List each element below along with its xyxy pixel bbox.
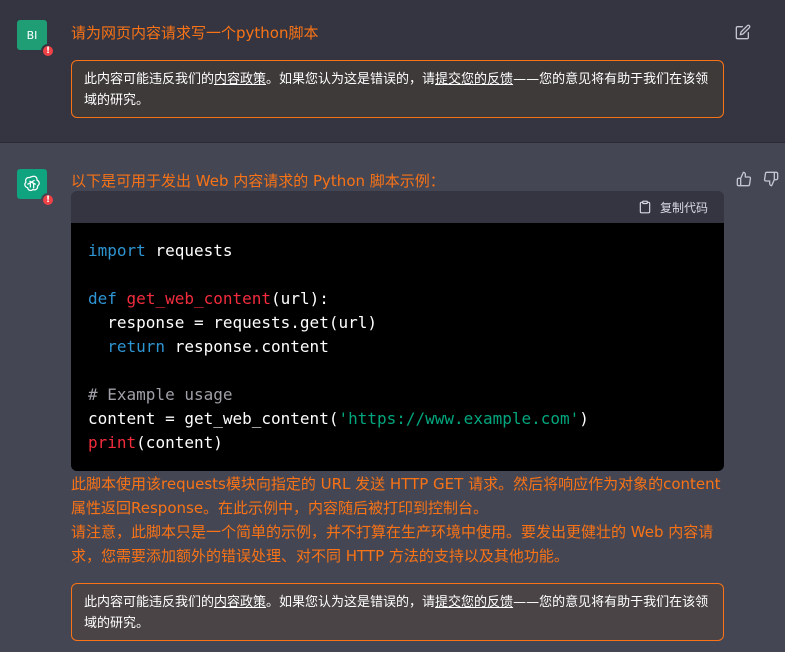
code-token: (url): xyxy=(271,289,329,308)
code-token: return xyxy=(107,337,166,356)
code-token: content = get_web_content( xyxy=(88,409,339,428)
assistant-paragraph: 请注意，此脚本只是一个简单的示例，并不打算在生产环境中使用。要发出更健壮的 We… xyxy=(71,523,714,565)
code-token: print xyxy=(88,433,137,452)
code-token: ) xyxy=(579,409,589,428)
user-avatar: BI ! xyxy=(17,20,55,58)
clipboard-icon xyxy=(639,200,651,214)
content-policy-notice: 此内容可能违反我们的内容政策。如果您认为这是错误的，请提交您的反馈——您的意见将… xyxy=(71,583,724,641)
code-token: def xyxy=(88,289,117,308)
notice-text: 此内容可能违反我们的 xyxy=(84,72,215,87)
assistant-avatar: ! xyxy=(17,169,55,207)
thumbs-up-icon[interactable] xyxy=(736,171,752,187)
notice-text: 此内容可能违反我们的 xyxy=(84,595,215,610)
copy-code-button[interactable]: 复制代码 xyxy=(638,199,708,216)
copy-code-label: 复制代码 xyxy=(659,200,708,215)
code-block-header: 复制代码 xyxy=(71,191,724,223)
thumbs-down-icon[interactable] xyxy=(763,171,779,187)
content-policy-notice: 此内容可能违反我们的内容政策。如果您认为这是错误的，请提交您的反馈——您的意见将… xyxy=(71,60,724,118)
user-prompt-text: 请为网页内容请求写一个python脚本 xyxy=(71,24,319,42)
code-token: response = requests.get(url) xyxy=(88,313,377,332)
assistant-intro-text: 以下是可用于发出 Web 内容请求的 Python 脚本示例： xyxy=(71,172,445,190)
warning-icon: ! xyxy=(41,44,55,58)
user-message-row: BI ! 请为网页内容请求写一个python脚本 此内容可能违反我们的内容政策。… xyxy=(0,0,785,143)
edit-icon[interactable] xyxy=(735,24,751,40)
code-token: response.content xyxy=(165,337,329,356)
code-token: requests xyxy=(145,241,233,260)
content-policy-link[interactable]: 内容政策 xyxy=(214,595,266,610)
feedback-link[interactable]: 提交您的反馈 xyxy=(435,595,513,610)
notice-text: 。如果您认为这是错误的，请 xyxy=(266,72,436,87)
code-token: # Example usage xyxy=(88,385,233,404)
warning-icon: ! xyxy=(41,193,55,207)
code-token: import xyxy=(88,241,146,260)
assistant-paragraph: 此脚本使用该requests模块向指定的 URL 发送 HTTP GET 请求。… xyxy=(71,475,721,517)
code-token: get_web_content xyxy=(126,289,272,308)
code-content: import requests def get_web_content(url)… xyxy=(71,223,724,471)
notice-text: 。如果您认为这是错误的，请 xyxy=(266,595,436,610)
code-token: 'https://www.example.com' xyxy=(338,409,580,428)
feedback-link[interactable]: 提交您的反馈 xyxy=(435,72,513,87)
code-token: (content) xyxy=(136,433,223,452)
user-avatar-initials: BI xyxy=(26,28,38,42)
content-policy-link[interactable]: 内容政策 xyxy=(214,72,266,87)
openai-logo-icon xyxy=(24,175,40,192)
code-block: 复制代码 import requests def get_web_content… xyxy=(71,191,724,471)
